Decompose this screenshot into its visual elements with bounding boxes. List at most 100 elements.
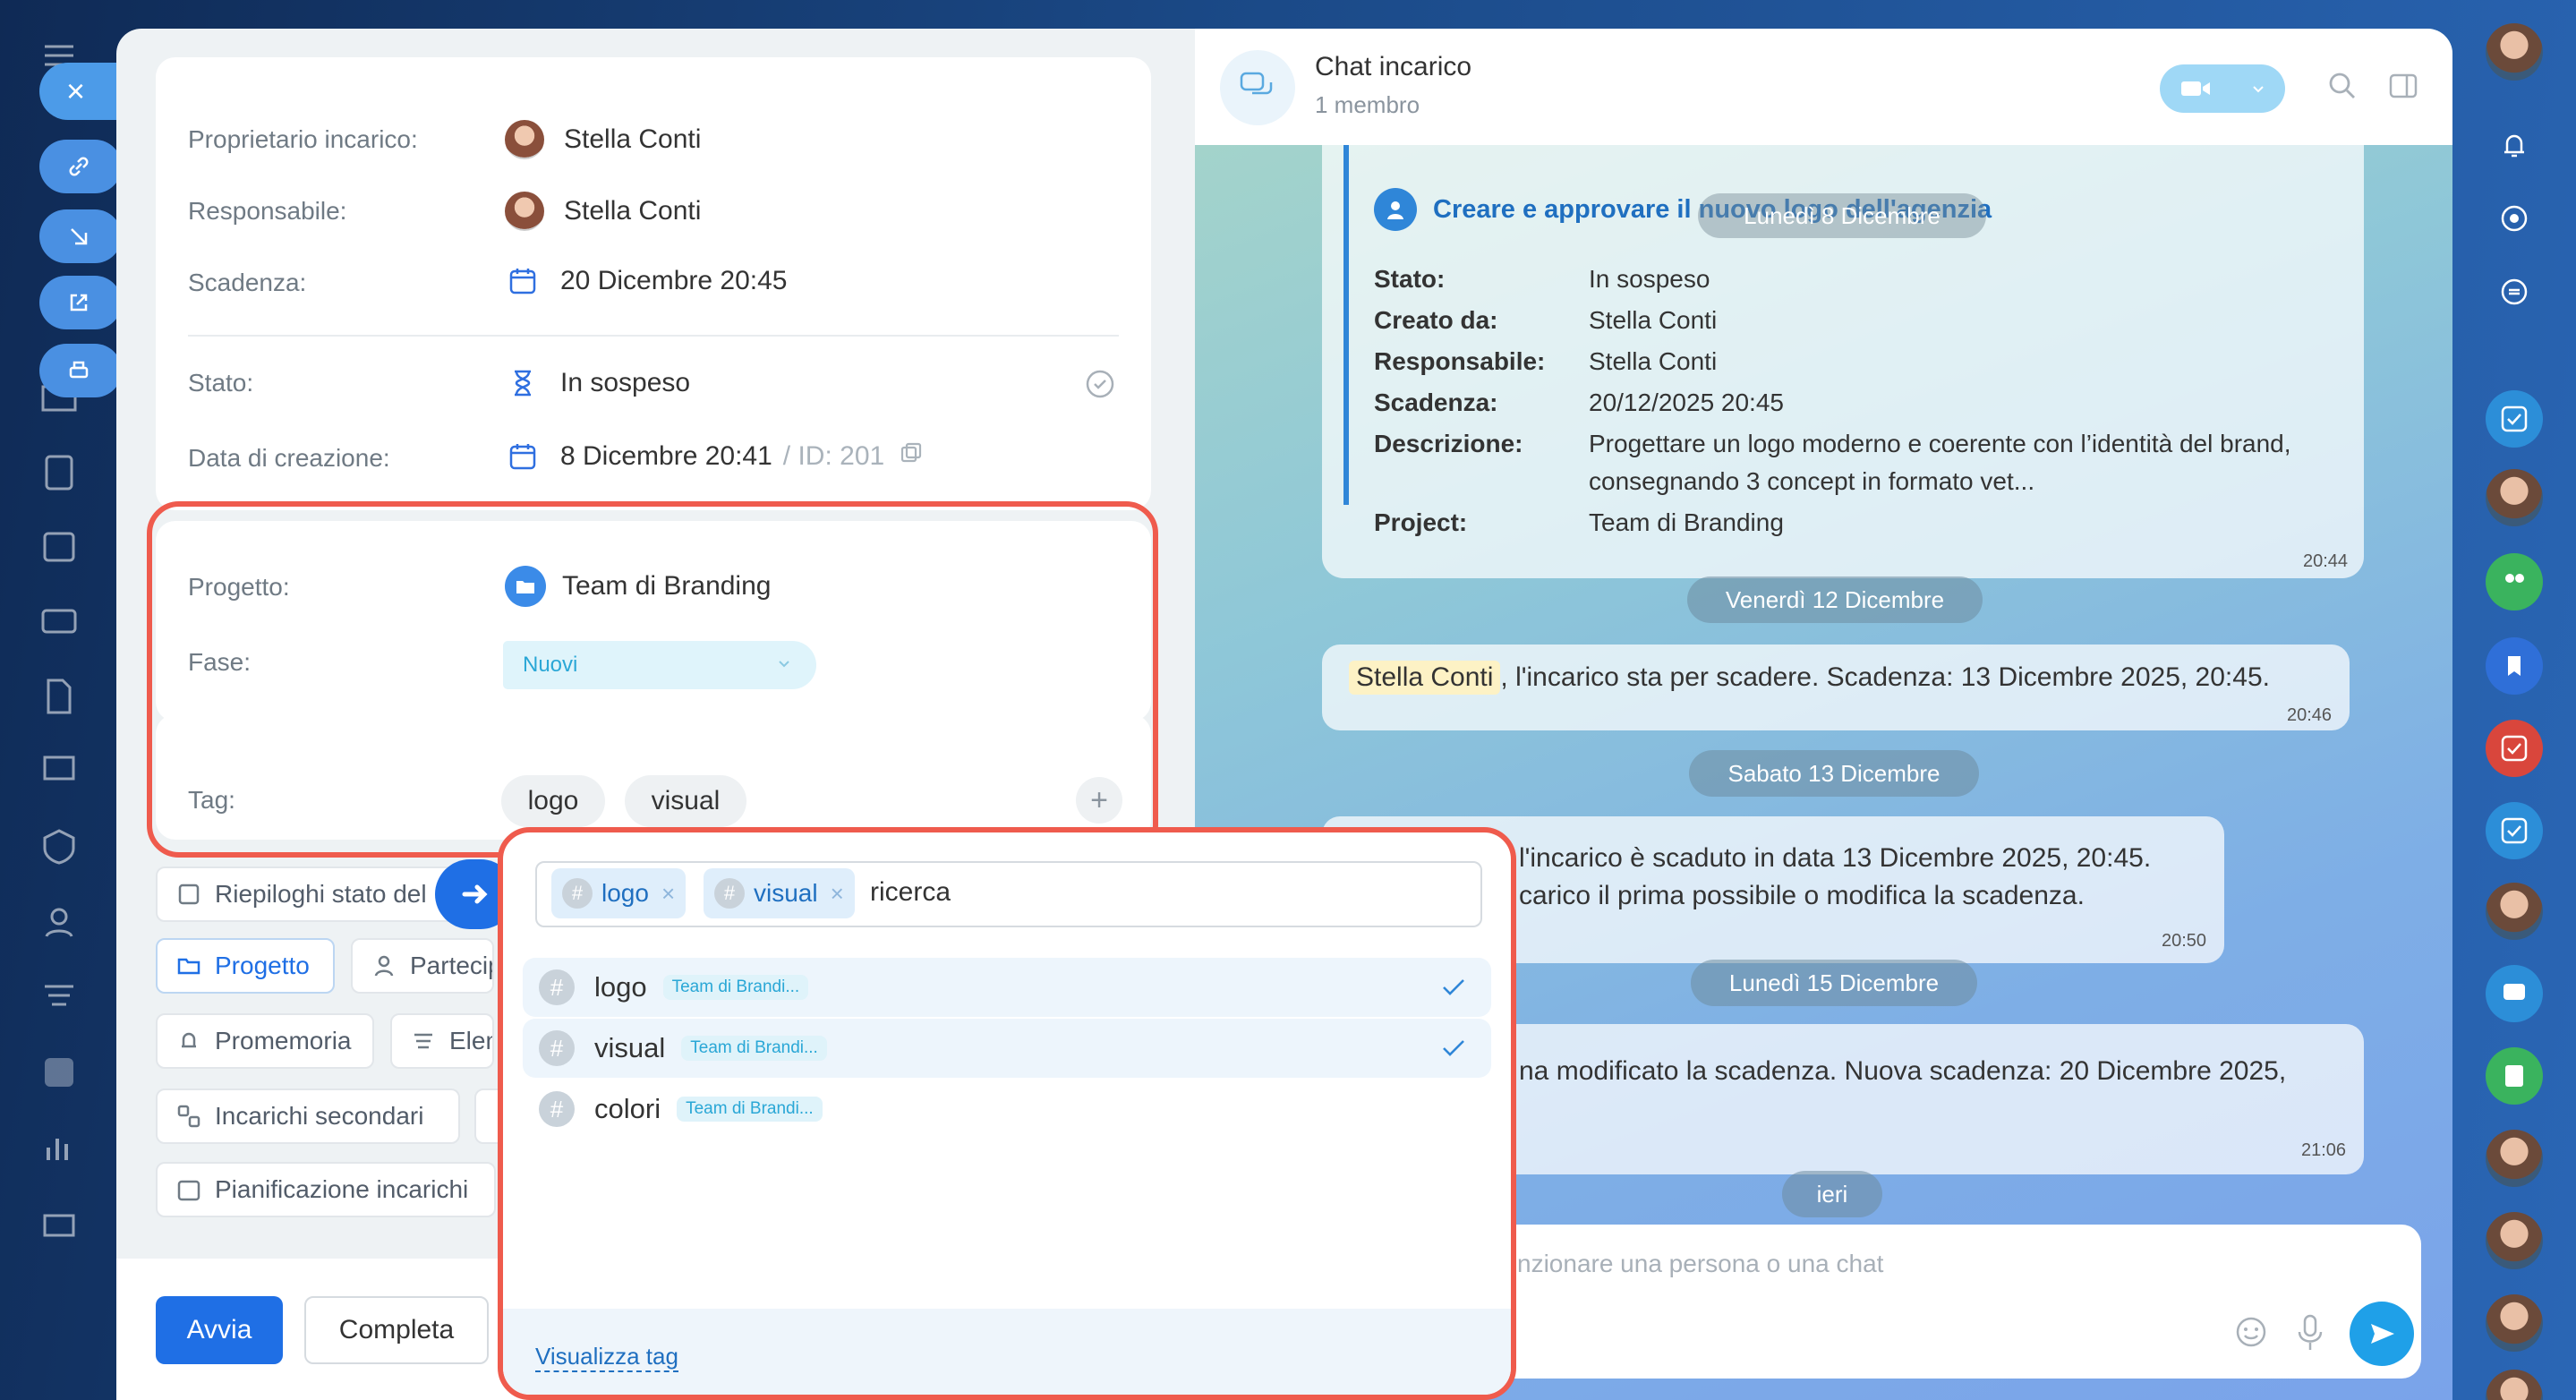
arrow-right-icon <box>462 884 488 904</box>
search-icon[interactable] <box>2326 70 2358 107</box>
contact-avatar[interactable] <box>2486 1294 2543 1352</box>
chat-title: Chat incarico <box>1315 52 1472 81</box>
message-time: 20:46 <box>2287 705 2333 725</box>
funnel-icon[interactable] <box>36 974 82 1020</box>
contact-avatar[interactable] <box>2486 883 2543 940</box>
copy-icon[interactable] <box>899 440 924 473</box>
bell-icon[interactable] <box>2486 116 2543 174</box>
contact-avatar[interactable] <box>2486 1130 2543 1187</box>
owner-label: Proprietario incarico: <box>188 125 418 153</box>
store-icon[interactable] <box>36 1199 82 1246</box>
print-button[interactable] <box>39 344 122 397</box>
file-icon[interactable] <box>36 673 82 720</box>
minimize-button[interactable] <box>39 209 122 263</box>
date-separator: ieri <box>1782 1171 1882 1217</box>
participants-label: Partecip <box>410 952 494 979</box>
card-val-description-2: consegnando 3 concept in formato vet... <box>1589 467 2035 495</box>
owner-value[interactable]: Stella Conti <box>505 120 701 159</box>
message-text: Stella Conti, l'incarico sta per scadere… <box>1349 661 2270 695</box>
card-icon[interactable] <box>36 598 82 645</box>
people-icon[interactable] <box>36 899 82 945</box>
selected-chip-logo[interactable]: # logo × <box>551 868 687 918</box>
hourglass-icon <box>505 365 541 401</box>
open-new-tab-button[interactable] <box>39 276 122 329</box>
project-button-label: Progetto <box>215 952 310 979</box>
analytics-icon[interactable] <box>36 1124 82 1171</box>
notes-icon[interactable] <box>2486 1047 2543 1105</box>
assignee-name: Stella Conti <box>564 196 702 226</box>
deadline-label: Scadenza: <box>188 269 307 296</box>
complete-button[interactable]: Completa <box>304 1296 489 1364</box>
task-chat-icon[interactable] <box>2486 390 2543 448</box>
send-button[interactable] <box>2350 1302 2414 1366</box>
task-red-icon[interactable] <box>2486 720 2543 777</box>
tag-option-project: Team di Brandi... <box>677 1097 823 1122</box>
printer-icon <box>69 361 89 379</box>
tag-option-logo[interactable]: # logo Team di Brandi... <box>523 958 1491 1017</box>
card-key-deadline: Scadenza: <box>1374 388 1498 416</box>
task-blue-icon[interactable] <box>2486 802 2543 859</box>
message-time: 20:44 <box>2303 551 2349 571</box>
document-icon[interactable] <box>36 449 82 496</box>
message-input[interactable]: nzionare una persona o una chat <box>1517 1250 1883 1278</box>
shield-icon[interactable] <box>36 824 82 870</box>
tag-selector-popup: # logo × # visual × ricerca # logo Team di Bra… <box>498 827 1516 1400</box>
project-button[interactable]: Progetto <box>156 938 335 994</box>
video-camera-icon <box>2180 81 2210 96</box>
hash-icon: # <box>562 878 593 909</box>
card-key-project: Project: <box>1374 508 1468 536</box>
right-toolbar <box>2452 0 2576 1400</box>
contact-avatar[interactable] <box>2486 469 2543 526</box>
microphone-icon[interactable] <box>2292 1312 2328 1356</box>
chat-bubble-icon[interactable] <box>2486 965 2543 1022</box>
hash-icon: # <box>539 1030 575 1066</box>
chat-header: Chat incarico 1 membro <box>1195 29 2452 145</box>
deadline-value[interactable]: 20 Dicembre 20:45 <box>505 263 787 299</box>
contact-avatar[interactable] <box>2486 1370 2543 1400</box>
send-icon <box>2371 1324 2394 1344</box>
board-icon[interactable] <box>36 748 82 795</box>
tag-option-visual[interactable]: # visual Team di Brandi... <box>523 1019 1491 1078</box>
copy-link-button[interactable] <box>39 140 122 193</box>
hash-icon: # <box>539 1091 575 1127</box>
task-planning-button[interactable]: Pianificazione incarichi <box>156 1162 496 1217</box>
participants-button[interactable]: Partecip <box>351 938 494 994</box>
group-chat-icon[interactable] <box>2486 553 2543 610</box>
hash-icon: # <box>714 878 745 909</box>
assignee-value[interactable]: Stella Conti <box>505 192 701 231</box>
emoji-icon[interactable] <box>2233 1314 2269 1354</box>
calendar-icon[interactable] <box>36 523 82 569</box>
view-tags-link[interactable]: Visualizza tag <box>535 1343 678 1372</box>
elements-button[interactable]: Elem <box>390 1013 494 1069</box>
person-icon <box>374 955 394 977</box>
message-time: 20:50 <box>2162 931 2207 951</box>
link-icon <box>69 157 89 176</box>
mention[interactable]: Stella Conti <box>1349 661 1501 695</box>
bookmark-icon[interactable] <box>2486 637 2543 695</box>
user-avatar[interactable] <box>2486 23 2543 81</box>
contact-avatar[interactable] <box>2486 1212 2543 1269</box>
status-label: Stato: <box>188 369 254 397</box>
search-placeholder[interactable]: ricerca <box>870 877 951 908</box>
task-info-card: Proprietario incarico: Stella Conti Resp… <box>156 57 1151 510</box>
reminder-label: Promemoria <box>215 1027 352 1054</box>
created-value: 8 Dicembre 20:41 / ID: 201 <box>505 439 924 474</box>
refresh-status-icon[interactable] <box>1083 367 1117 405</box>
reminder-button[interactable]: Promemoria <box>156 1013 374 1069</box>
remove-chip-icon[interactable]: × <box>661 880 675 908</box>
chat-members[interactable]: 1 membro <box>1315 91 1420 119</box>
card-key-creator: Creato da: <box>1374 306 1498 334</box>
panel-toggle-icon[interactable] <box>2387 70 2419 107</box>
video-call-button[interactable] <box>2160 64 2285 113</box>
selected-chip-visual[interactable]: # visual × <box>704 868 855 918</box>
tag-option-colori[interactable]: # colori Team di Brandi... <box>523 1080 1491 1139</box>
card-val-project: Team di Branding <box>1589 508 1784 536</box>
copilot-icon[interactable] <box>2486 190 2543 247</box>
tasks-icon[interactable] <box>36 1049 82 1096</box>
start-button[interactable]: Avvia <box>156 1296 283 1364</box>
card-key-description: Descrizione: <box>1374 430 1523 457</box>
subtasks-button[interactable]: Incarichi secondari <box>156 1088 460 1144</box>
sync-icon[interactable] <box>2486 263 2543 320</box>
summary-icon <box>178 884 200 905</box>
remove-chip-icon[interactable]: × <box>831 880 844 908</box>
